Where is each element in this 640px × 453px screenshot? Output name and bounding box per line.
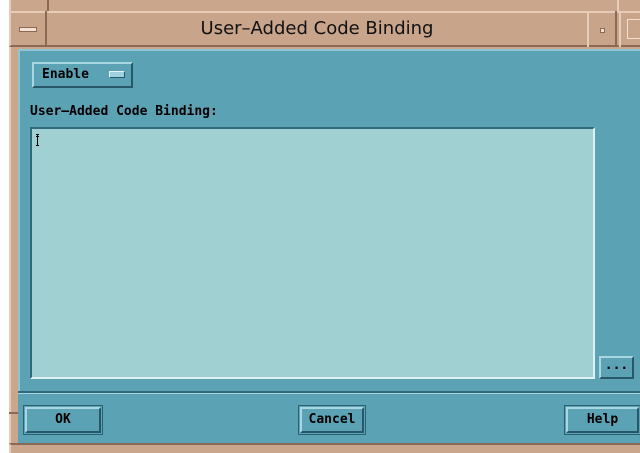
minimize-button[interactable] bbox=[587, 11, 617, 47]
browse-ellipsis-button[interactable]: ... bbox=[599, 356, 634, 379]
window-menu-icon bbox=[19, 27, 37, 32]
window-frame-left[interactable] bbox=[9, 47, 18, 443]
code-binding-label: User–Added Code Binding: bbox=[30, 104, 218, 119]
cancel-button[interactable]: Cancel bbox=[300, 407, 364, 433]
enable-option-menu[interactable]: Enable bbox=[32, 62, 133, 88]
desktop-edge bbox=[0, 0, 9, 453]
code-binding-textarea[interactable] bbox=[30, 127, 595, 379]
window-frame-bottom[interactable] bbox=[9, 443, 640, 453]
text-cursor-icon bbox=[36, 134, 39, 146]
help-button-frame: Help bbox=[564, 405, 640, 435]
ok-button[interactable]: OK bbox=[25, 407, 101, 433]
enable-option-label: Enable bbox=[42, 67, 89, 82]
minimize-icon bbox=[600, 28, 605, 33]
maximize-icon bbox=[627, 19, 640, 39]
cancel-button-frame: Cancel bbox=[298, 405, 366, 435]
maximize-button[interactable] bbox=[619, 11, 640, 47]
window-title: User–Added Code Binding bbox=[200, 18, 434, 39]
window-menu-button[interactable] bbox=[9, 11, 47, 47]
frame-notch-left bbox=[47, 0, 49, 11]
frame-notch-right bbox=[617, 0, 619, 11]
option-menu-indicator-icon bbox=[109, 71, 125, 78]
ok-button-frame: OK bbox=[23, 405, 103, 435]
window-frame-top[interactable] bbox=[9, 0, 640, 11]
help-button[interactable]: Help bbox=[566, 407, 639, 433]
frame-notch-bottom-left bbox=[9, 412, 18, 414]
